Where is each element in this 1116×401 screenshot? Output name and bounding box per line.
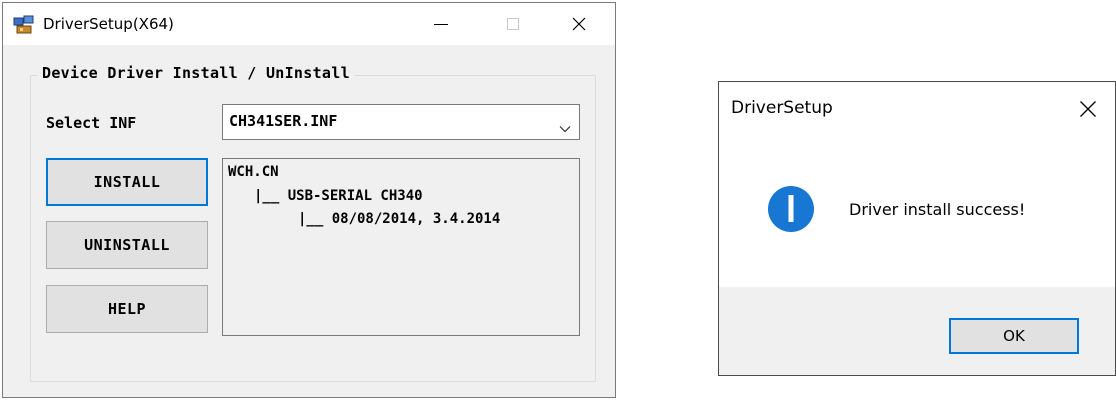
inf-select-value: CH341SER.INF <box>229 112 338 130</box>
info-vendor: WCH.CN <box>228 164 279 180</box>
window-title: DriverSetup(X64) <box>43 15 174 33</box>
ok-button[interactable]: OK <box>949 318 1079 354</box>
maximize-icon <box>507 18 519 30</box>
driver-info-box: WCH.CN |__ USB-SERIAL CH340 |__ 08/08/20… <box>222 158 580 336</box>
install-button[interactable]: INSTALL <box>46 158 208 206</box>
select-inf-label: Select INF <box>46 114 137 132</box>
close-icon <box>572 17 586 31</box>
minimize-button[interactable] <box>411 3 471 45</box>
close-icon <box>1080 101 1096 117</box>
minimize-icon <box>434 24 448 25</box>
maximize-button <box>483 3 543 45</box>
info-icon <box>767 185 815 233</box>
dialog-message: Driver install success! <box>849 200 1026 219</box>
close-button[interactable] <box>549 3 609 45</box>
group-title: Device Driver Install / UnInstall <box>38 64 354 82</box>
app-driver-icon <box>13 15 35 35</box>
title-bar[interactable]: DriverSetup(X64) <box>3 3 615 45</box>
uninstall-button[interactable]: UNINSTALL <box>46 221 208 269</box>
info-device: |__ USB-SERIAL CH340 <box>254 188 423 204</box>
dialog-footer: OK <box>719 287 1115 375</box>
info-version: |__ 08/08/2014, 3.4.2014 <box>298 211 501 227</box>
dialog-close-button[interactable] <box>1071 94 1105 124</box>
inf-select[interactable]: CH341SER.INF <box>222 104 580 140</box>
help-button[interactable]: HELP <box>46 285 208 333</box>
success-dialog: DriverSetup Driver install success! OK <box>718 81 1116 376</box>
chevron-down-icon[interactable] <box>559 118 571 137</box>
dialog-title: DriverSetup <box>731 98 833 118</box>
